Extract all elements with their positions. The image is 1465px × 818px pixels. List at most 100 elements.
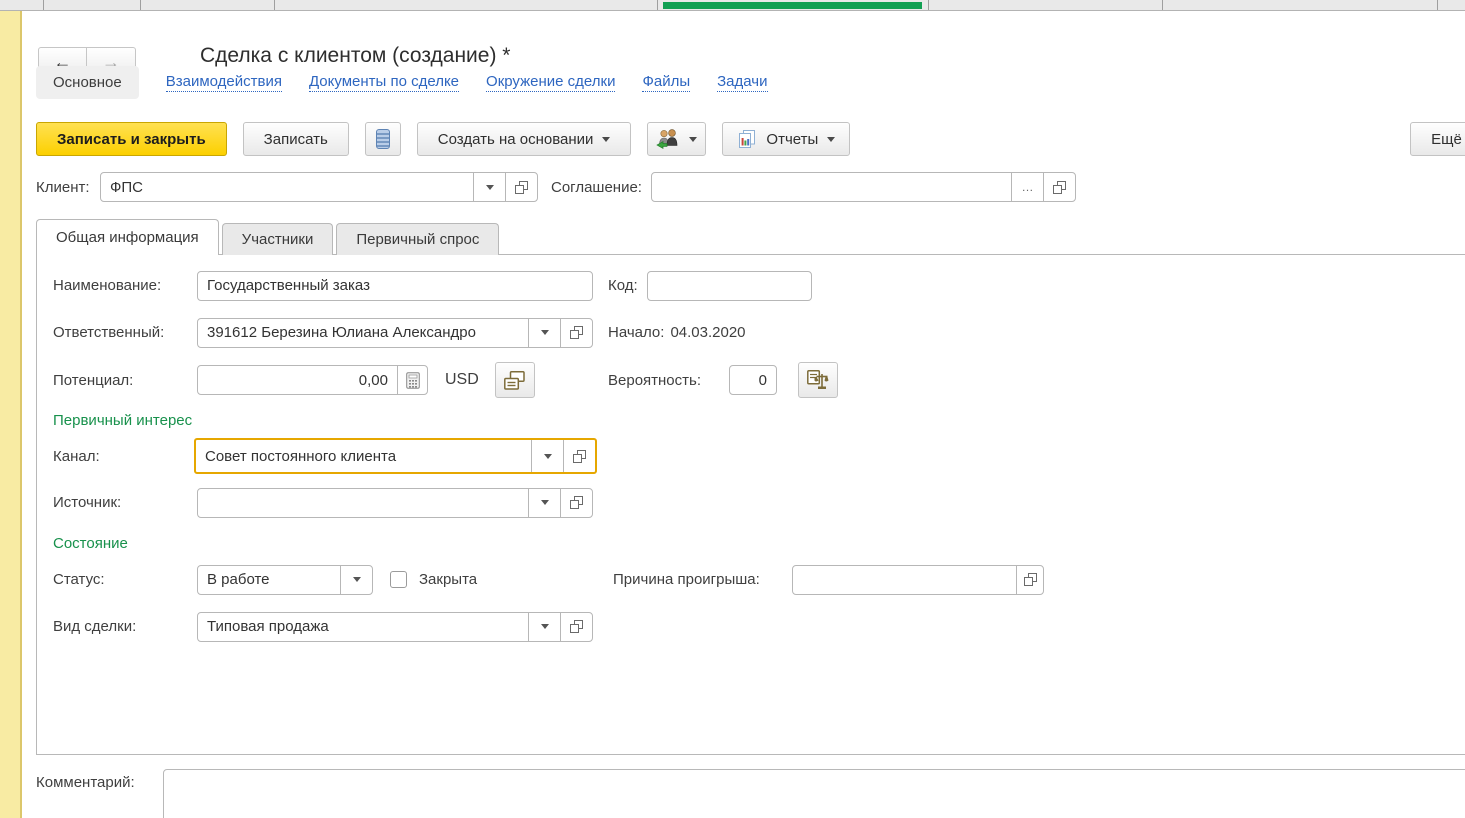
tab-separator — [140, 0, 141, 10]
create-based-on-button[interactable]: Создать на основании — [417, 122, 632, 156]
comment-textarea[interactable] — [163, 769, 1465, 818]
chevron-down-icon — [544, 454, 552, 459]
channel-open-button[interactable] — [564, 440, 595, 472]
start-value: 04.03.2020 — [670, 324, 745, 341]
nav-item-deal-environment[interactable]: Окружение сделки — [486, 73, 615, 92]
save-and-close-button[interactable]: Записать и закрыть — [36, 122, 227, 156]
agreement-open-button[interactable] — [1044, 173, 1075, 201]
deal-type-open-button[interactable] — [561, 613, 592, 641]
nav-item-deal-documents[interactable]: Документы по сделке — [309, 73, 459, 92]
potential-input[interactable] — [198, 366, 397, 394]
reports-icon — [737, 129, 757, 149]
caret-down-icon — [827, 137, 835, 142]
status-dropdown-button[interactable] — [341, 566, 372, 594]
loss-reason-label: Причина проигрыша: — [613, 571, 792, 588]
create-based-on-label: Создать на основании — [438, 131, 594, 148]
nav-item-interactions[interactable]: Взаимодействия — [166, 73, 282, 92]
open-icon — [570, 326, 583, 339]
status-field — [197, 565, 373, 595]
channel-input[interactable] — [196, 440, 531, 472]
responsible-row: Ответственный: — [53, 317, 593, 348]
structure-button[interactable] — [365, 122, 401, 156]
client-dropdown-button[interactable] — [474, 173, 505, 201]
comment-label: Комментарий: — [36, 774, 135, 791]
loss-reason-row: Причина проигрыша: — [613, 564, 1044, 595]
open-icon — [573, 450, 586, 463]
name-input[interactable] — [198, 272, 592, 300]
loss-reason-open-button[interactable] — [1017, 566, 1043, 594]
browser-tab-strip — [0, 0, 1465, 11]
source-dropdown-button[interactable] — [529, 489, 560, 517]
source-field — [197, 488, 593, 518]
page-title: Сделка с клиентом (создание) * — [200, 44, 510, 68]
tab-general-info[interactable]: Общая информация — [36, 219, 219, 255]
tab-participants[interactable]: Участники — [222, 223, 334, 255]
calculator-icon — [406, 372, 420, 389]
app-window: ← → Сделка с клиентом (создание) * Основ… — [0, 0, 1465, 818]
participants-button[interactable] — [647, 122, 706, 156]
nav-item-tasks[interactable]: Задачи — [717, 73, 767, 92]
deal-type-input[interactable] — [198, 613, 528, 641]
client-input[interactable] — [101, 173, 473, 201]
name-field — [197, 271, 593, 301]
active-browser-tab-indicator[interactable] — [663, 2, 922, 9]
loss-reason-field — [792, 565, 1044, 595]
left-accent-strip — [0, 11, 22, 818]
probability-calc-button[interactable] — [798, 362, 838, 398]
amount-details-button[interactable] — [495, 362, 535, 398]
save-button[interactable]: Записать — [243, 122, 349, 156]
source-row: Источник: — [53, 487, 593, 518]
tab-primary-demand[interactable]: Первичный спрос — [336, 223, 499, 255]
responsible-dropdown-button[interactable] — [529, 319, 560, 347]
name-label: Наименование: — [53, 277, 197, 294]
chevron-down-icon — [486, 185, 494, 190]
channel-row: Канал: — [53, 438, 597, 474]
nav-item-main[interactable]: Основное — [36, 66, 139, 99]
form-tabstrip: Общая информация Участники Первичный спр… — [36, 219, 502, 255]
deal-type-row: Вид сделки: — [53, 611, 593, 642]
tab-separator — [1437, 0, 1438, 10]
state-header: Состояние — [53, 535, 128, 552]
more-label: Ещё — [1431, 131, 1462, 148]
general-info-panel: Наименование: Код: Ответственный: — [36, 254, 1465, 755]
source-open-button[interactable] — [561, 489, 592, 517]
client-open-button[interactable] — [506, 173, 537, 201]
tab-separator — [1162, 0, 1163, 10]
scales-icon — [807, 370, 829, 390]
responsible-field — [197, 318, 593, 348]
status-input[interactable] — [198, 566, 340, 594]
code-row: Код: — [608, 270, 812, 301]
responsible-input[interactable] — [198, 319, 528, 347]
deal-type-field — [197, 612, 593, 642]
probability-row: Вероятность: — [608, 362, 838, 398]
participants-icon — [656, 129, 680, 150]
name-row: Наименование: — [53, 270, 593, 301]
probability-input[interactable] — [730, 366, 776, 394]
tab-separator — [657, 0, 658, 10]
source-input[interactable] — [198, 489, 528, 517]
reports-button[interactable]: Отчеты — [722, 122, 850, 156]
closed-checkbox[interactable] — [390, 571, 407, 588]
potential-calculator-button[interactable] — [398, 366, 427, 394]
responsible-open-button[interactable] — [561, 319, 592, 347]
deal-type-dropdown-button[interactable] — [529, 613, 560, 641]
header-fields-row: Клиент: Соглашение: … — [36, 172, 1076, 202]
tab-separator — [274, 0, 275, 10]
probability-field — [729, 365, 777, 395]
nav-item-files[interactable]: Файлы — [642, 73, 690, 92]
chevron-down-icon — [541, 500, 549, 505]
agreement-input[interactable] — [652, 173, 1011, 201]
code-label: Код: — [608, 277, 638, 294]
deal-type-label: Вид сделки: — [53, 618, 197, 635]
agreement-select-button[interactable]: … — [1012, 173, 1043, 201]
code-input[interactable] — [648, 272, 811, 300]
loss-reason-input[interactable] — [793, 566, 1016, 594]
channel-label: Канал: — [53, 448, 194, 465]
potential-row: Потенциал: — [53, 362, 535, 398]
open-icon — [515, 181, 528, 194]
reports-label: Отчеты — [766, 131, 818, 148]
channel-dropdown-button[interactable] — [532, 440, 563, 472]
more-button[interactable]: Ещё — [1410, 122, 1465, 156]
stack-icon — [375, 128, 391, 150]
status-row: Статус: Закрыта — [53, 564, 477, 595]
